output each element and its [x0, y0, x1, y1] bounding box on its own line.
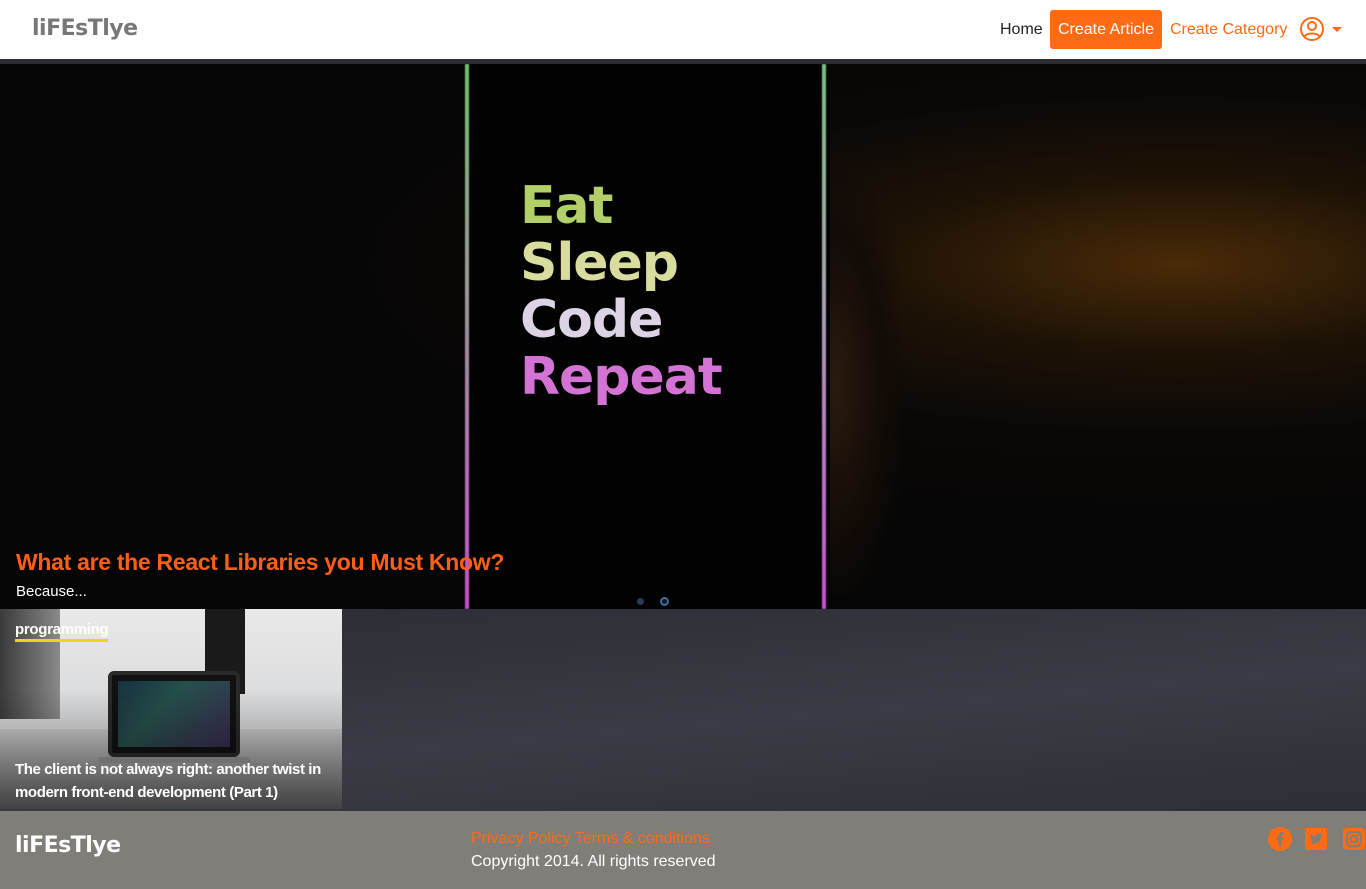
article-card[interactable]: programming The client is not always rig…: [0, 609, 342, 809]
footer: liFEsTlye Privacy Policy Terms & conditi…: [0, 811, 1366, 889]
phone-screen-text: Eat Sleep Code Repeat: [520, 176, 723, 407]
create-article-button[interactable]: Create Article: [1050, 10, 1162, 49]
phone-edge-left: [465, 64, 469, 609]
hero-hand-shadow: [820, 174, 900, 594]
carousel-indicator-1[interactable]: [637, 598, 644, 605]
phone-text-line: Eat: [520, 176, 613, 236]
caret-down-icon: [1332, 27, 1342, 32]
footer-brand-logo[interactable]: liFEsTlye: [15, 833, 121, 858]
phone-text-line: Repeat: [520, 347, 723, 407]
card-category-tag[interactable]: programming: [15, 621, 109, 642]
navbar: liFEsTlye Home Create Article Create Cat…: [0, 0, 1366, 59]
footer-copyright: Copyright 2014. All rights reserved: [471, 853, 716, 870]
phone-edge-right: [822, 64, 826, 609]
user-circle-icon: [1300, 17, 1324, 41]
card-article-title[interactable]: The client is not always right: another …: [15, 758, 335, 804]
carousel-indicator-2[interactable]: [660, 597, 669, 606]
facebook-icon[interactable]: [1268, 827, 1292, 851]
twitter-icon[interactable]: [1304, 827, 1328, 851]
nav-home-link[interactable]: Home: [1000, 21, 1043, 39]
terms-conditions-link[interactable]: Terms & conditions: [575, 830, 710, 847]
create-category-link[interactable]: Create Category: [1170, 21, 1287, 39]
phone-text-line: Code: [520, 290, 663, 350]
phone-text-line: Sleep: [520, 233, 679, 293]
instagram-icon[interactable]: [1342, 827, 1366, 851]
footer-links: Privacy Policy Terms & conditions: [471, 830, 710, 848]
hero-article-excerpt: Because...: [16, 583, 87, 600]
privacy-policy-link[interactable]: Privacy Policy: [471, 830, 571, 847]
user-menu-toggle[interactable]: [1299, 16, 1345, 42]
hero-carousel[interactable]: Eat Sleep Code Repeat What are the React…: [0, 64, 1366, 609]
brand-logo[interactable]: liFEsTlye: [32, 16, 138, 41]
hero-article-title[interactable]: What are the React Libraries you Must Kn…: [16, 549, 504, 576]
